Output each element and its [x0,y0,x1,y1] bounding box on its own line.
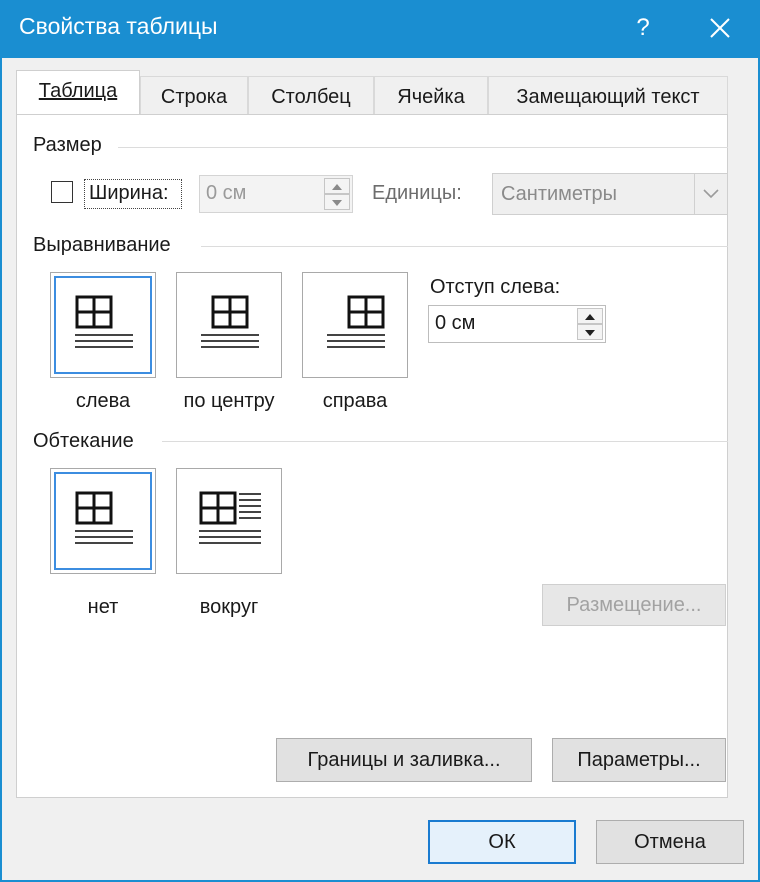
indent-label: Отступ слева: [430,276,561,298]
tab-cell[interactable]: Ячейка [374,76,488,116]
chevron-down-icon [703,189,719,199]
tab-table[interactable]: Таблица [16,70,140,116]
close-button[interactable] [700,8,740,48]
wrap-around-button[interactable] [176,468,282,574]
wrap-around-label: вокруг [199,596,259,618]
align-right-label: справа [322,390,388,412]
align-right-button[interactable] [302,272,408,378]
close-icon [710,18,730,38]
table-align-left-icon [75,295,133,348]
units-label: Единицы: [372,182,462,204]
positioning-button[interactable]: Размещение... [542,584,726,626]
indent-value: 0 см [435,312,476,334]
tab-label: Столбец [271,86,351,108]
help-button[interactable]: ? [628,8,658,48]
tab-label: Таблица [38,80,118,102]
wrap-none-icon [75,491,133,544]
table-align-center-icon [201,295,259,348]
indent-decrease-button[interactable] [577,324,603,340]
tab-alt-text[interactable]: Замещающий текст [488,76,728,116]
tab-label: Замещающий текст [516,86,700,108]
tab-row[interactable]: Строка [140,76,248,116]
width-increase-button[interactable] [324,178,350,194]
width-label: Ширина: [89,182,169,204]
title-bar: Свойства таблицы ? [0,0,760,58]
wrap-around-icon [199,491,261,544]
table-align-right-icon [327,295,385,348]
wrapping-section-label: Обтекание [33,430,134,452]
units-select[interactable]: Сантиметры [492,173,728,215]
size-section-label: Размер [33,134,102,156]
align-left-label: слева [75,390,131,412]
window-title: Свойства таблицы [19,13,218,39]
tab-label: Строка [160,86,228,108]
width-decrease-button[interactable] [324,194,350,210]
units-value: Сантиметры [501,183,618,205]
width-spinner[interactable]: 0 см [199,175,353,213]
tab-column[interactable]: Столбец [248,76,374,116]
arrow-down-icon [585,330,595,336]
units-dropdown-button[interactable] [694,174,727,214]
indent-increase-button[interactable] [577,308,603,324]
wrap-none-label: нет [87,596,119,618]
alignment-section-label: Выравнивание [33,234,171,256]
alignment-divider [201,246,728,247]
align-center-label: по центру [183,390,275,412]
borders-shading-button[interactable]: Границы и заливка... [276,738,532,782]
tab-panel [16,114,728,798]
arrow-up-icon [585,314,595,320]
arrow-up-icon [332,184,342,190]
size-divider [118,147,728,148]
cancel-button[interactable]: Отмена [596,820,744,864]
indent-spinner[interactable]: 0 см [428,305,606,343]
options-button[interactable]: Параметры... [552,738,726,782]
arrow-down-icon [332,200,342,206]
wrap-none-button[interactable] [50,468,156,574]
wrapping-divider [162,441,728,442]
align-center-button[interactable] [176,272,282,378]
tab-label: Ячейка [397,86,465,108]
align-left-button[interactable] [50,272,156,378]
width-value: 0 см [206,182,247,204]
width-checkbox[interactable] [51,181,73,203]
ok-button[interactable]: ОК [428,820,576,864]
